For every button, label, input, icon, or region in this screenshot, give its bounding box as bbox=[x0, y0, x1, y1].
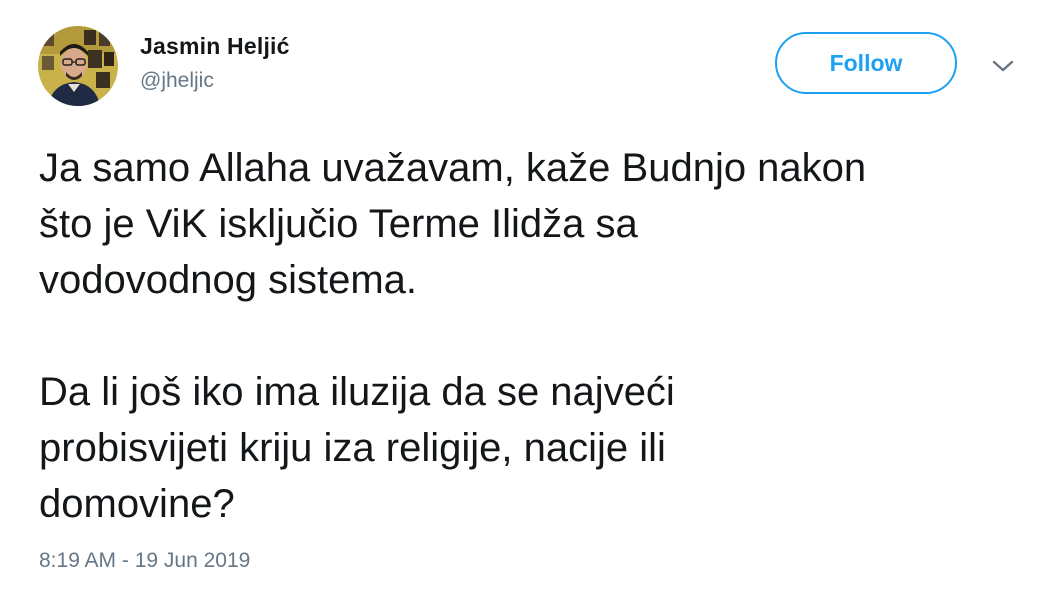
display-name[interactable]: Jasmin Heljić bbox=[140, 32, 290, 60]
more-options-button[interactable] bbox=[990, 56, 1016, 76]
follow-button[interactable]: Follow bbox=[775, 32, 957, 94]
tweet-timestamp[interactable]: 8:19 AM - 19 Jun 2019 bbox=[39, 547, 250, 575]
user-info: Jasmin Heljić @jheljic bbox=[140, 32, 290, 94]
tweet-text: Ja samo Allaha uvažavam, kaže Budnjo nak… bbox=[39, 140, 1019, 532]
user-handle[interactable]: @jheljic bbox=[140, 68, 290, 94]
tweet-paragraph: Ja samo Allaha uvažavam, kaže Budnjo nak… bbox=[39, 146, 867, 302]
chevron-down-icon bbox=[992, 60, 1014, 72]
tweet-paragraph: Da li još iko ima iluzija da se najveći … bbox=[39, 370, 675, 526]
tweet-card: Jasmin Heljić @jheljic Follow Ja samo Al… bbox=[0, 0, 1039, 592]
avatar-photo bbox=[38, 26, 118, 106]
avatar[interactable] bbox=[38, 26, 118, 106]
